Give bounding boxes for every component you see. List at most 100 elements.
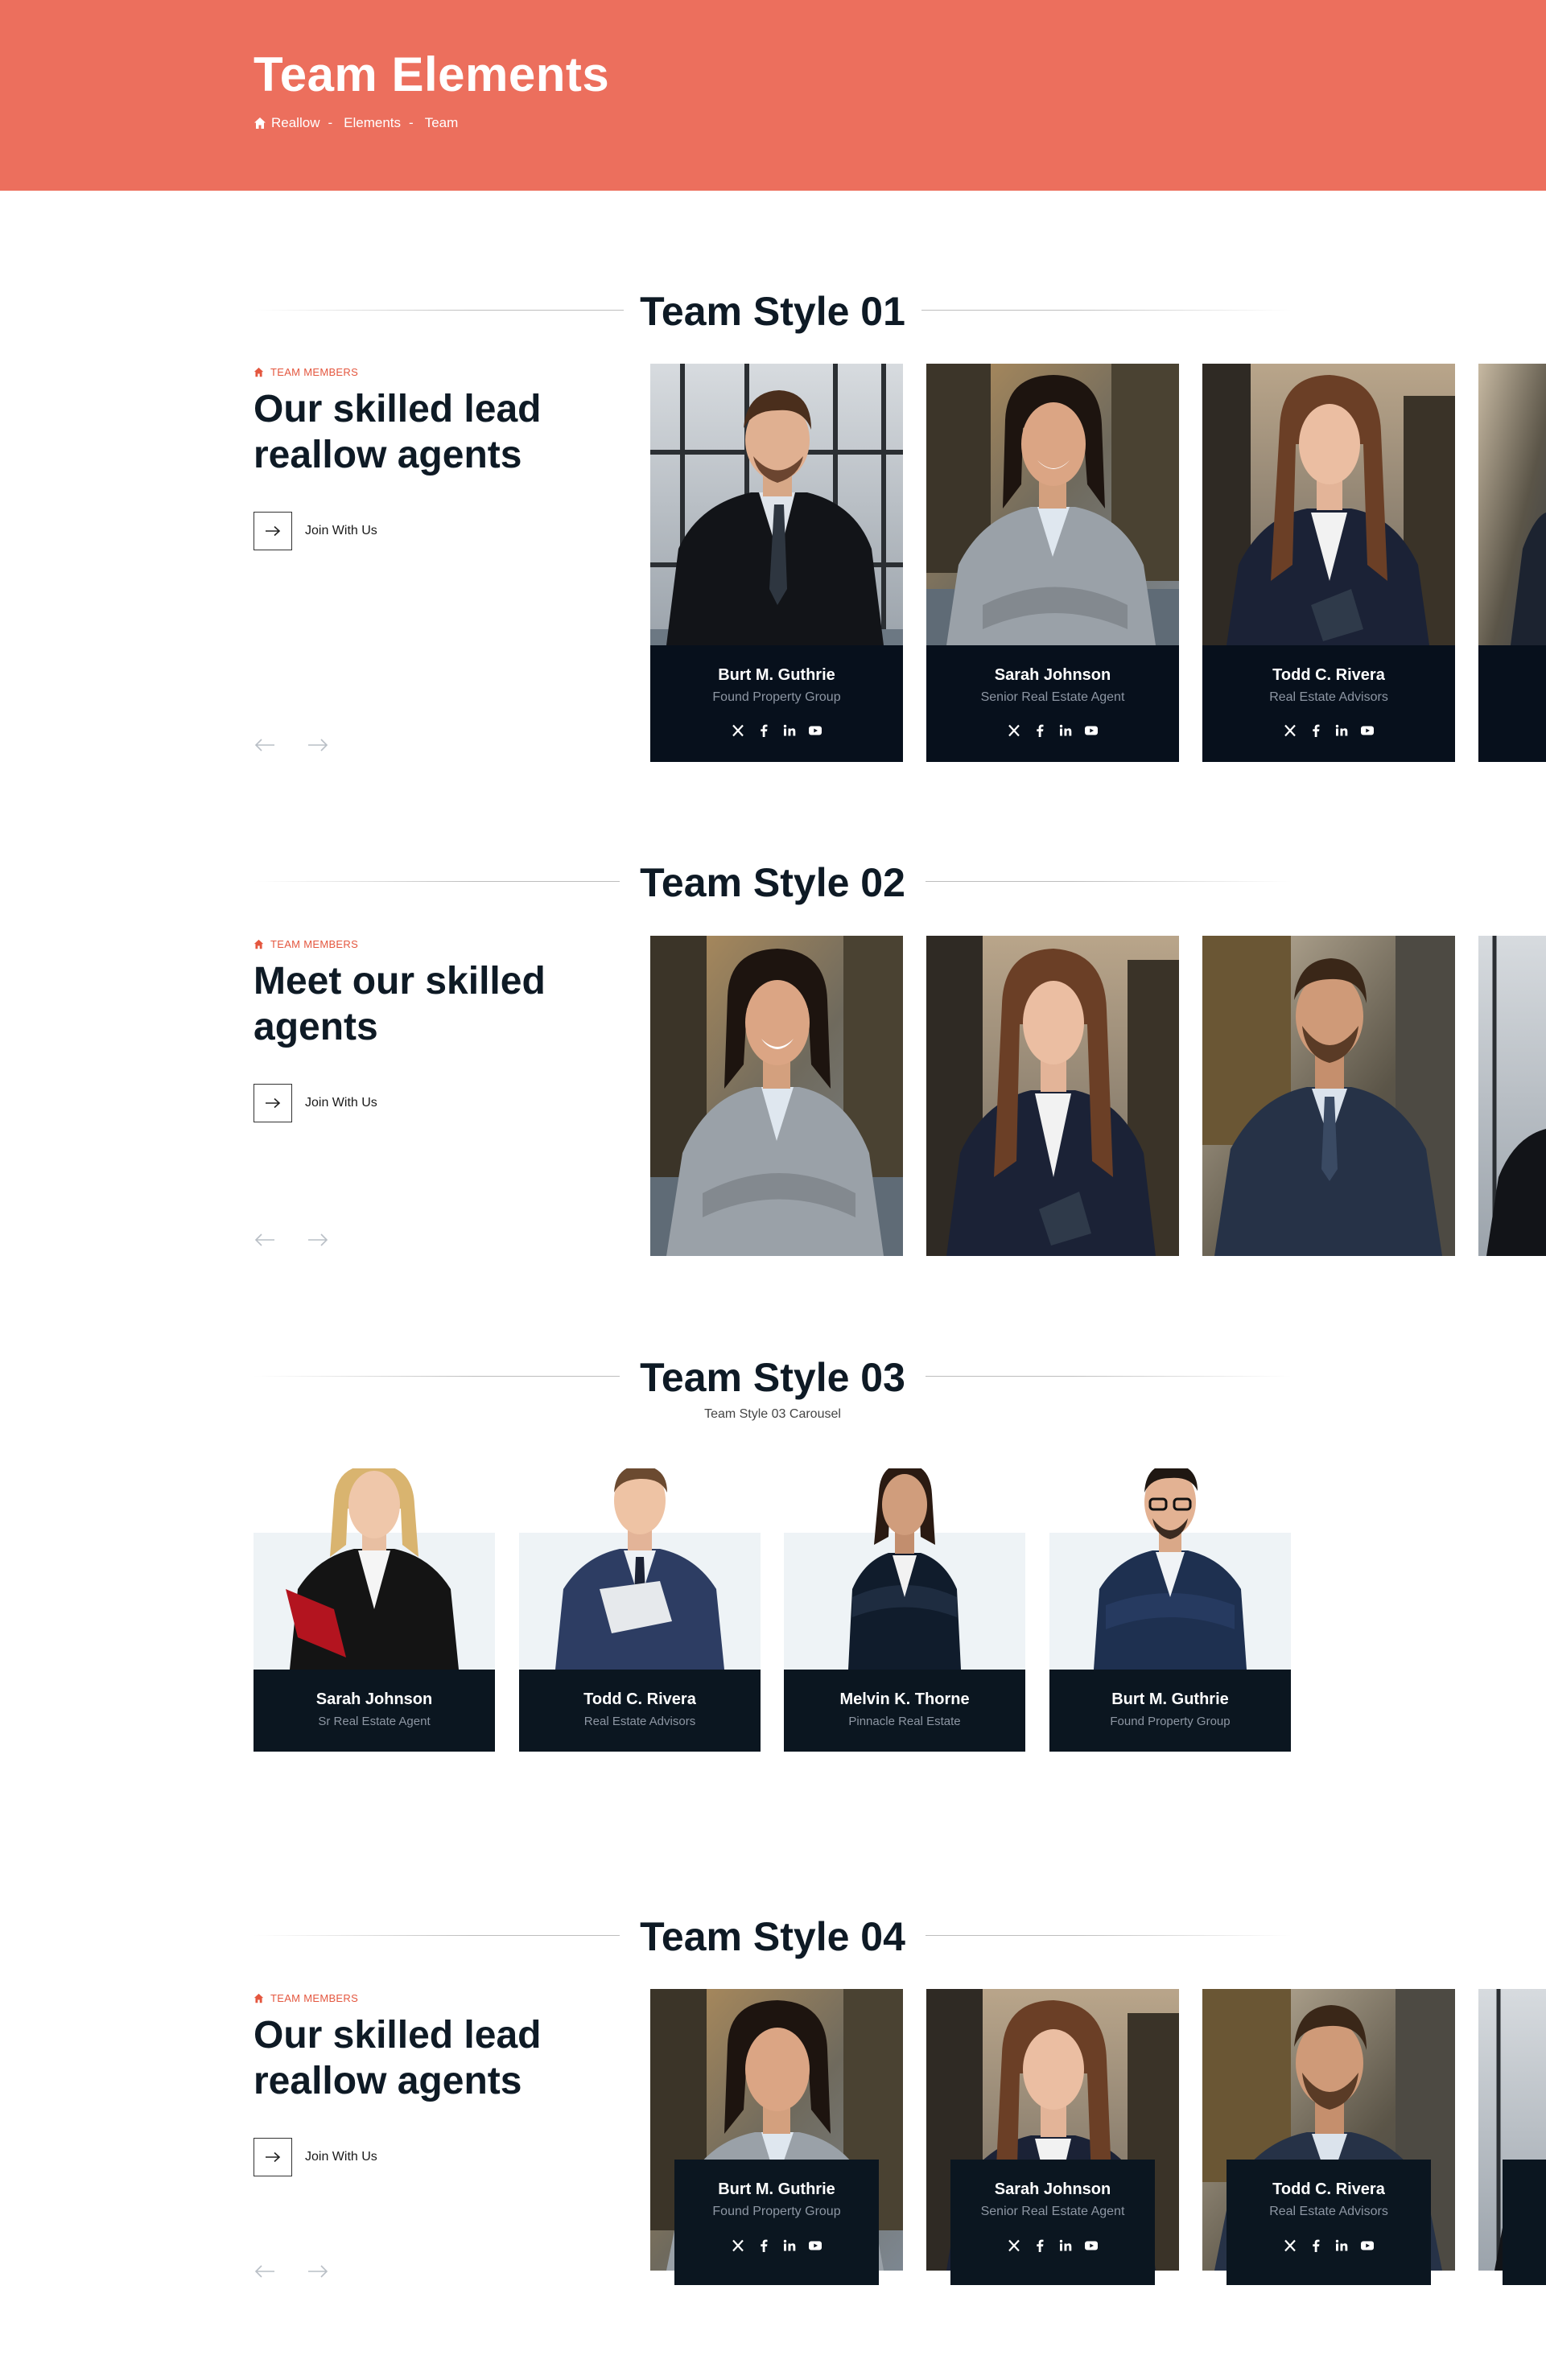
youtube-icon[interactable] — [1360, 723, 1375, 738]
join-with-us-button[interactable]: Join With Us — [254, 2138, 600, 2176]
x-icon[interactable] — [1283, 2238, 1297, 2253]
carousel-nav — [254, 1233, 329, 1247]
team-card[interactable]: Burt M. Guthrie Found Property Group — [1049, 1468, 1291, 1752]
breadcrumb-separator: - — [328, 115, 333, 130]
linkedin-icon[interactable] — [782, 2238, 797, 2253]
team-photo-card[interactable] — [926, 936, 1179, 1256]
join-label[interactable]: Join With Us — [305, 1096, 377, 1110]
youtube-icon[interactable] — [1360, 2238, 1375, 2253]
join-label[interactable]: Join With Us — [305, 524, 377, 538]
youtube-icon[interactable] — [1084, 2238, 1099, 2253]
team-card[interactable]: Todd C. Rivera Real Estate Advisors — [519, 1468, 761, 1752]
member-photo — [1049, 1468, 1291, 1670]
section-header-style-04: Team Style 04 — [254, 1907, 1292, 1963]
breadcrumb-item-reallow[interactable]: Reallow — [271, 115, 320, 131]
social-links — [674, 2238, 879, 2253]
breadcrumb-item-elements[interactable]: Elements — [344, 115, 401, 131]
member-photo — [926, 364, 1179, 645]
arrow-left-icon[interactable] — [254, 1233, 276, 1247]
linkedin-icon[interactable] — [782, 723, 797, 738]
team-card[interactable]: Sarah Johnson Senior Real Estate Agent — [926, 1989, 1179, 2285]
join-label[interactable]: Join With Us — [305, 2150, 377, 2164]
team-photo-card[interactable] — [1202, 936, 1455, 1256]
team-card[interactable]: Burt M. Guthrie Found Property Group — [650, 1989, 903, 2285]
member-role: Real Estate Advisors — [1269, 690, 1388, 704]
linkedin-icon[interactable] — [1058, 2238, 1073, 2253]
arrow-left-icon[interactable] — [254, 738, 276, 752]
heading-line: reallow agents — [254, 2060, 522, 2102]
name-plate: Todd C. Rivera Real Estate Advisors — [1226, 2160, 1431, 2285]
member-name: Sarah Johnson — [994, 2180, 1111, 2198]
kicker-label: TEAM MEMBERS — [270, 366, 359, 378]
x-icon[interactable] — [731, 723, 745, 738]
member-name: Todd C. Rivera — [583, 1690, 696, 1708]
team-card-partial[interactable] — [1478, 364, 1546, 762]
home-icon — [254, 939, 264, 949]
arrow-left-icon[interactable] — [254, 2264, 276, 2279]
member-name: Sarah Johnson — [994, 666, 1111, 684]
member-role: Senior Real Estate Agent — [980, 690, 1125, 704]
member-photo — [926, 936, 1179, 1256]
intro-heading: Meet our skilled agents — [254, 958, 600, 1050]
section-header-style-02: Team Style 02 — [254, 853, 1292, 909]
member-role: Sr Real Estate Agent — [318, 1715, 431, 1728]
arrow-right-icon[interactable] — [307, 1233, 329, 1247]
member-photo — [650, 364, 903, 645]
team-card[interactable]: Sarah Johnson Senior Real Estate Agent — [926, 364, 1179, 762]
team-card-partial[interactable] — [1478, 1989, 1546, 2285]
facebook-icon[interactable] — [757, 2238, 771, 2253]
member-role: Real Estate Advisors — [1269, 2205, 1388, 2218]
section-title: Team Style 03 — [640, 1355, 905, 1400]
arrow-right-icon — [265, 1097, 281, 1109]
kicker-label: TEAM MEMBERS — [270, 1992, 359, 2004]
linkedin-icon[interactable] — [1058, 723, 1073, 738]
facebook-icon[interactable] — [1033, 723, 1047, 738]
arrow-right-icon[interactable] — [307, 2264, 329, 2279]
join-arrow-box[interactable] — [254, 512, 292, 550]
member-photo — [519, 1468, 761, 1670]
join-arrow-box[interactable] — [254, 1084, 292, 1122]
team-card[interactable]: Melvin K. Thorne Pinnacle Real Estate — [784, 1468, 1025, 1752]
arrow-right-icon[interactable] — [307, 738, 329, 752]
linkedin-icon[interactable] — [1334, 723, 1349, 738]
team-card[interactable]: Burt M. Guthrie Found Property Group — [650, 364, 903, 762]
facebook-icon[interactable] — [1309, 723, 1323, 738]
member-role: Found Property Group — [712, 2205, 841, 2218]
x-icon[interactable] — [731, 2238, 745, 2253]
intro-block: TEAM MEMBERS Our skilled lead reallow ag… — [254, 1992, 600, 2176]
name-plate: Sarah Johnson Senior Real Estate Agent — [950, 2160, 1155, 2285]
team-photo-card[interactable] — [650, 936, 903, 1256]
team-photo-card-partial[interactable] — [1478, 936, 1546, 1256]
team-card[interactable]: Sarah Johnson Sr Real Estate Agent — [254, 1468, 495, 1752]
x-icon[interactable] — [1007, 2238, 1021, 2253]
team-card[interactable]: Todd C. Rivera Real Estate Advisors — [1202, 364, 1455, 762]
breadcrumb: Reallow - Elements - Team — [254, 115, 458, 131]
facebook-icon[interactable] — [1033, 2238, 1047, 2253]
linkedin-icon[interactable] — [1334, 2238, 1349, 2253]
member-name: Sarah Johnson — [315, 1690, 433, 1708]
team-card[interactable]: Todd C. Rivera Real Estate Advisors — [1202, 1989, 1455, 2285]
page-title: Team Elements — [254, 47, 610, 101]
youtube-icon[interactable] — [1084, 723, 1099, 738]
join-with-us-button[interactable]: Join With Us — [254, 512, 600, 550]
x-icon[interactable] — [1007, 723, 1021, 738]
member-photo — [1202, 364, 1455, 645]
youtube-icon[interactable] — [808, 723, 822, 738]
member-role: Senior Real Estate Agent — [980, 2205, 1125, 2218]
member-name: Melvin K. Thorne — [839, 1690, 970, 1708]
x-icon[interactable] — [1283, 723, 1297, 738]
name-plate-partial — [1503, 2160, 1546, 2285]
member-role: Pinnacle Real Estate — [848, 1715, 961, 1728]
name-plate — [519, 1670, 761, 1752]
facebook-icon[interactable] — [757, 723, 771, 738]
kicker: TEAM MEMBERS — [254, 1992, 600, 2004]
join-with-us-button[interactable]: Join With Us — [254, 1084, 600, 1122]
heading-line: Meet our skilled — [254, 960, 546, 1003]
kicker: TEAM MEMBERS — [254, 366, 600, 378]
facebook-icon[interactable] — [1309, 2238, 1323, 2253]
section-subtitle: Team Style 03 Carousel — [704, 1407, 841, 1421]
youtube-icon[interactable] — [808, 2238, 822, 2253]
social-links — [650, 723, 903, 738]
heading-line: Our skilled lead — [254, 388, 542, 430]
join-arrow-box[interactable] — [254, 2138, 292, 2176]
